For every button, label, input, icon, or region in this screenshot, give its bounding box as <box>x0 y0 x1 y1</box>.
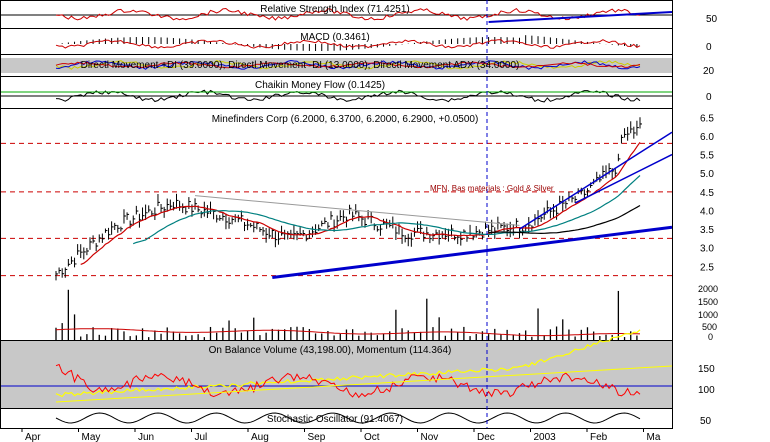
chart-canvas: 6.5 6.0 5.5 5.0 4.5 4.0 3.5 3.0 2.5 Apr May Jun Jul… <box>0 0 718 442</box>
macd-title: MACD (0.3461) <box>300 32 369 43</box>
volume-tick-1500: 1500 <box>698 297 718 307</box>
price-tick-label: 6.0 <box>700 132 714 143</box>
x-axis-label: Jul <box>195 432 208 442</box>
resistance-trendline <box>195 195 520 226</box>
obv-tick-150: 150 <box>698 364 715 375</box>
x-axis-label: Apr <box>25 432 41 442</box>
price-tick-label: 5.0 <box>700 169 714 180</box>
x-axis-label: Ma <box>647 432 661 442</box>
steep-trendline <box>519 131 673 230</box>
price-tick-label: 4.0 <box>700 206 714 217</box>
obv-tick-50: 50 <box>700 416 712 427</box>
x-axis-label: Feb <box>590 432 608 442</box>
short-moving-average <box>80 141 641 265</box>
stoch-title: Stochastic Oscillator (91.4067) <box>267 414 403 425</box>
rsi-title: Relative Strength Index (71.4251) <box>260 4 410 15</box>
price-tick-label: 6.5 <box>700 113 714 124</box>
cmf-title: Chaikin Money Flow (0.1425) <box>255 80 385 91</box>
volume-average-line <box>55 328 641 337</box>
volume-tick-0: 0 <box>708 332 713 342</box>
x-axis-label: May <box>82 432 101 442</box>
macd-tick: 0 <box>706 42 712 53</box>
price-tick-label: 3.5 <box>700 225 714 236</box>
price-tick-label: 2.5 <box>700 262 714 273</box>
chart-window: 6.5 6.0 5.5 5.0 4.5 4.0 3.5 3.0 2.5 Apr May Jun Jul… <box>0 0 770 442</box>
x-axis-label: Nov <box>421 432 439 442</box>
x-axis-label: Sep <box>308 432 326 442</box>
x-axis-label: Jun <box>138 432 154 442</box>
x-axis-label: Aug <box>251 432 269 442</box>
sector-annotation: MFN, Bas materials : Gold & Silver <box>430 184 554 193</box>
x-axis-label: Oct <box>364 432 380 442</box>
obv-tick-100: 100 <box>698 385 715 396</box>
obv-title: On Balance Volume (43,198.00), Momentum … <box>209 345 452 356</box>
rsi-trendline <box>488 11 673 23</box>
dmi-tick: 20 <box>703 66 715 77</box>
volume-tick-1000: 1000 <box>698 310 718 320</box>
price-tick-label: 3.0 <box>700 244 714 255</box>
volume-tick-2000: 2000 <box>698 284 718 294</box>
mid-trendline <box>574 153 673 204</box>
volume-tick-500: 500 <box>702 322 717 332</box>
x-axis-label: 2003 <box>534 432 557 442</box>
x-axis-label: Dec <box>477 432 495 442</box>
price-title: Minefinders Corp (6.2000, 6.3700, 6.2000… <box>212 114 479 125</box>
price-tick-label: 4.5 <box>700 188 714 199</box>
cmf-tick: 0 <box>706 92 712 103</box>
rsi-tick: 50 <box>706 14 718 25</box>
dmi-title: Directl Movement +DI (39.0000), Directl … <box>81 60 520 71</box>
price-tick-label: 5.5 <box>700 151 714 162</box>
